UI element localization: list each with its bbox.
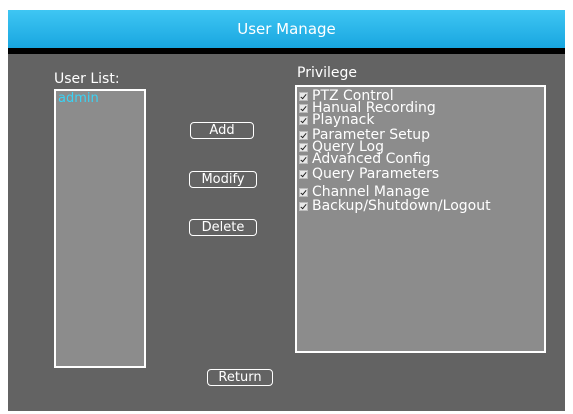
user-list-item-admin[interactable]: admin bbox=[56, 91, 144, 106]
privilege-list-box: PTZ Control Hanual Recording Playnack Pa… bbox=[295, 85, 546, 353]
privilege-item[interactable]: Channel Manage bbox=[297, 184, 544, 200]
privilege-item[interactable]: Query Parameters bbox=[297, 166, 544, 182]
checkbox-icon[interactable] bbox=[299, 130, 308, 140]
checkbox-icon[interactable] bbox=[299, 115, 308, 125]
user-manage-window: User Manage User List: admin Add Modify … bbox=[8, 10, 565, 411]
return-button[interactable]: Return bbox=[207, 369, 273, 386]
privilege-label: Privilege bbox=[297, 65, 358, 81]
content-panel: User List: admin Add Modify Delete Retur… bbox=[8, 54, 565, 411]
privilege-item-label: Channel Manage bbox=[312, 184, 430, 200]
checkbox-icon[interactable] bbox=[299, 91, 308, 101]
delete-button[interactable]: Delete bbox=[189, 219, 257, 236]
privilege-item-label: Backup/Shutdown/Logout bbox=[312, 198, 491, 214]
checkbox-icon[interactable] bbox=[299, 103, 308, 113]
user-list-label: User List: bbox=[54, 71, 120, 87]
modify-button[interactable]: Modify bbox=[189, 171, 257, 188]
privilege-item[interactable]: Advanced Config bbox=[297, 151, 544, 167]
checkbox-icon[interactable] bbox=[299, 187, 308, 197]
add-button[interactable]: Add bbox=[190, 122, 254, 139]
checkbox-icon[interactable] bbox=[299, 201, 308, 211]
privilege-item-label: Advanced Config bbox=[312, 151, 431, 167]
window-title: User Manage bbox=[8, 10, 565, 48]
privilege-item-label: Query Parameters bbox=[312, 166, 440, 182]
checkbox-icon[interactable] bbox=[299, 154, 308, 164]
checkbox-icon[interactable] bbox=[299, 142, 308, 152]
privilege-item[interactable]: Backup/Shutdown/Logout bbox=[297, 198, 544, 214]
privilege-item-label: Playnack bbox=[312, 112, 375, 128]
checkbox-icon[interactable] bbox=[299, 169, 308, 179]
user-list-box[interactable]: admin bbox=[54, 89, 146, 368]
